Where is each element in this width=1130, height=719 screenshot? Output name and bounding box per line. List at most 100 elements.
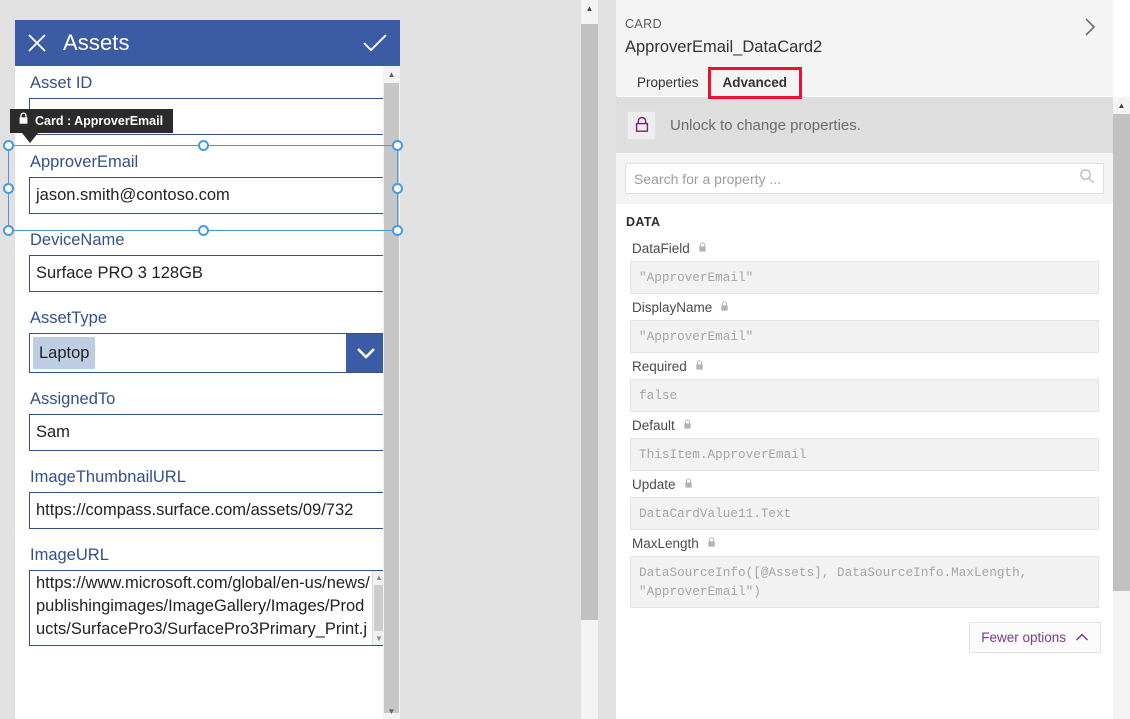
property-label-row: DisplayName <box>630 294 1099 320</box>
resize-handle-middle-left[interactable] <box>3 183 14 194</box>
section-title-data: DATA <box>626 215 661 229</box>
resize-handle-middle-right[interactable] <box>392 183 403 194</box>
form-field-image-url: ImageURL https://www.microsoft.com/globa… <box>15 529 400 646</box>
property-row: DataField "ApproverEmail" <box>616 235 1113 294</box>
property-row: Update DataCardValue11.Text <box>616 471 1113 530</box>
form-fields-area: Asset ID ApproverEmail jason.smith@conto… <box>15 66 400 719</box>
lock-icon <box>18 109 29 133</box>
tab-advanced[interactable]: Advanced <box>707 67 803 99</box>
search-input[interactable]: Search for a property ... <box>634 171 1079 187</box>
device-name-input[interactable]: Surface PRO 3 128GB <box>29 255 386 292</box>
property-value[interactable]: DataSourceInfo([@Assets], DataSourceInfo… <box>630 556 1099 608</box>
app-canvas: Assets Asset ID ApproverEmail jason.smit… <box>0 0 598 719</box>
property-label: Update <box>632 477 676 492</box>
image-thumbnail-url-input[interactable]: https://compass.surface.com/assets/09/73… <box>29 492 386 529</box>
assigned-to-input[interactable]: Sam <box>29 414 386 451</box>
form-field-assigned-to: AssignedTo Sam <box>15 373 400 451</box>
property-row: DisplayName "ApproverEmail" <box>616 294 1113 353</box>
field-label: ImageThumbnailURL <box>30 468 186 486</box>
scroll-up-icon[interactable]: ▲ <box>383 66 400 82</box>
chevron-up-icon <box>1075 630 1089 645</box>
close-icon[interactable] <box>15 20 59 66</box>
approver-email-input[interactable]: jason.smith@contoso.com <box>29 177 386 214</box>
property-label: MaxLength <box>632 536 699 551</box>
panel-kicker: CARD <box>625 17 663 31</box>
resize-handle-top-right[interactable] <box>392 140 403 151</box>
scrollbar-thumb[interactable] <box>1113 114 1130 591</box>
fewer-options-label: Fewer options <box>981 630 1066 645</box>
field-label: ApproverEmail <box>30 153 139 171</box>
resize-handle-top-center[interactable] <box>198 140 209 151</box>
asset-type-dropdown[interactable]: Laptop <box>29 333 386 373</box>
property-label-row: MaxLength <box>630 530 1099 556</box>
image-url-textarea[interactable]: https://www.microsoft.com/global/en-us/n… <box>29 570 386 646</box>
property-label-row: DataField <box>630 235 1099 261</box>
scrollbar-thumb[interactable] <box>581 24 598 620</box>
lock-icon <box>683 418 692 433</box>
lock-icon <box>684 477 693 492</box>
fewer-options-wrapper: Fewer options <box>616 608 1113 653</box>
property-label: DataField <box>632 241 690 256</box>
property-label-row: Default <box>630 412 1099 438</box>
resize-handle-bottom-center[interactable] <box>198 225 209 236</box>
control-name: ApproverEmail_DataCard2 <box>625 38 823 56</box>
properties-panel-scrollbar[interactable]: ▲ <box>1113 97 1130 719</box>
property-value[interactable]: "ApproverEmail" <box>630 261 1099 294</box>
property-row: MaxLength DataSourceInfo([@Assets], Data… <box>616 530 1113 608</box>
resize-handle-top-left[interactable] <box>3 140 14 151</box>
lock-icon <box>698 241 707 256</box>
chevron-down-icon[interactable] <box>346 334 385 372</box>
lock-icon <box>707 536 716 551</box>
form-title-bar: Assets <box>15 20 400 66</box>
search-icon[interactable] <box>1079 168 1095 189</box>
canvas-scrollbar[interactable]: ▲ <box>581 0 598 719</box>
unlock-bar[interactable]: Unlock to change properties. <box>616 97 1113 153</box>
tooltip-arrow <box>22 133 38 143</box>
scroll-up-icon[interactable]: ▲ <box>581 0 598 16</box>
field-label: AssetType <box>30 309 108 327</box>
field-label: ImageURL <box>30 546 109 564</box>
property-label-row: Required <box>630 353 1099 379</box>
field-label: AssignedTo <box>30 390 116 408</box>
chevron-right-icon[interactable] <box>1077 14 1103 40</box>
property-search-box[interactable]: Search for a property ... <box>625 163 1104 194</box>
property-row: Default ThisItem.ApproverEmail <box>616 412 1113 471</box>
property-value[interactable]: "ApproverEmail" <box>630 320 1099 353</box>
scroll-down-icon[interactable]: ▼ <box>383 703 400 719</box>
tab-properties[interactable]: Properties <box>625 70 711 96</box>
property-label: DisplayName <box>632 300 713 315</box>
scroll-up-icon[interactable]: ▲ <box>1113 97 1130 113</box>
form-field-asset-type: AssetType Laptop <box>15 292 400 373</box>
panel-header: CARD ApproverEmail_DataCard2 Properties … <box>616 0 1113 99</box>
properties-panel: CARD ApproverEmail_DataCard2 Properties … <box>616 0 1130 719</box>
lock-icon <box>695 359 704 374</box>
unlock-bar-text: Unlock to change properties. <box>670 116 861 134</box>
selection-tooltip-text: Card : ApproverEmail <box>35 114 164 128</box>
properties-list: DATA DataField "ApproverEmail" DisplayNa… <box>616 204 1113 719</box>
property-value[interactable]: ThisItem.ApproverEmail <box>630 438 1099 471</box>
property-value[interactable]: DataCardValue11.Text <box>630 497 1099 530</box>
property-row: Required false <box>616 353 1113 412</box>
property-label: Required <box>632 359 687 374</box>
scrollbar-thumb[interactable] <box>384 83 399 713</box>
form-title: Assets <box>63 30 130 55</box>
property-value[interactable]: false <box>630 379 1099 412</box>
form-field-image-thumbnail-url: ImageThumbnailURL https://compass.surfac… <box>15 451 400 529</box>
property-label-row: Update <box>630 471 1099 497</box>
lock-icon <box>720 300 729 315</box>
image-url-value: https://www.microsoft.com/global/en-us/n… <box>36 574 370 645</box>
fewer-options-button[interactable]: Fewer options <box>969 622 1101 653</box>
check-icon[interactable] <box>350 20 400 66</box>
asset-type-selected-value: Laptop <box>33 337 96 369</box>
resize-handle-bottom-left[interactable] <box>3 225 14 236</box>
resize-handle-bottom-right[interactable] <box>392 225 403 236</box>
form-field-device-name: DeviceName Surface PRO 3 128GB <box>15 214 400 292</box>
lock-icon[interactable] <box>627 110 656 140</box>
form-scrollbar[interactable]: ▲ ▼ <box>383 66 400 719</box>
panel-tabs: Properties Advanced <box>625 67 803 99</box>
selection-tooltip: Card : ApproverEmail <box>10 109 174 143</box>
field-label: Asset ID <box>30 74 93 92</box>
property-search-wrapper: Search for a property ... <box>616 153 1113 204</box>
powerapps-studio-screen: Assets Asset ID ApproverEmail jason.smit… <box>0 0 1130 719</box>
property-label: Default <box>632 418 675 433</box>
